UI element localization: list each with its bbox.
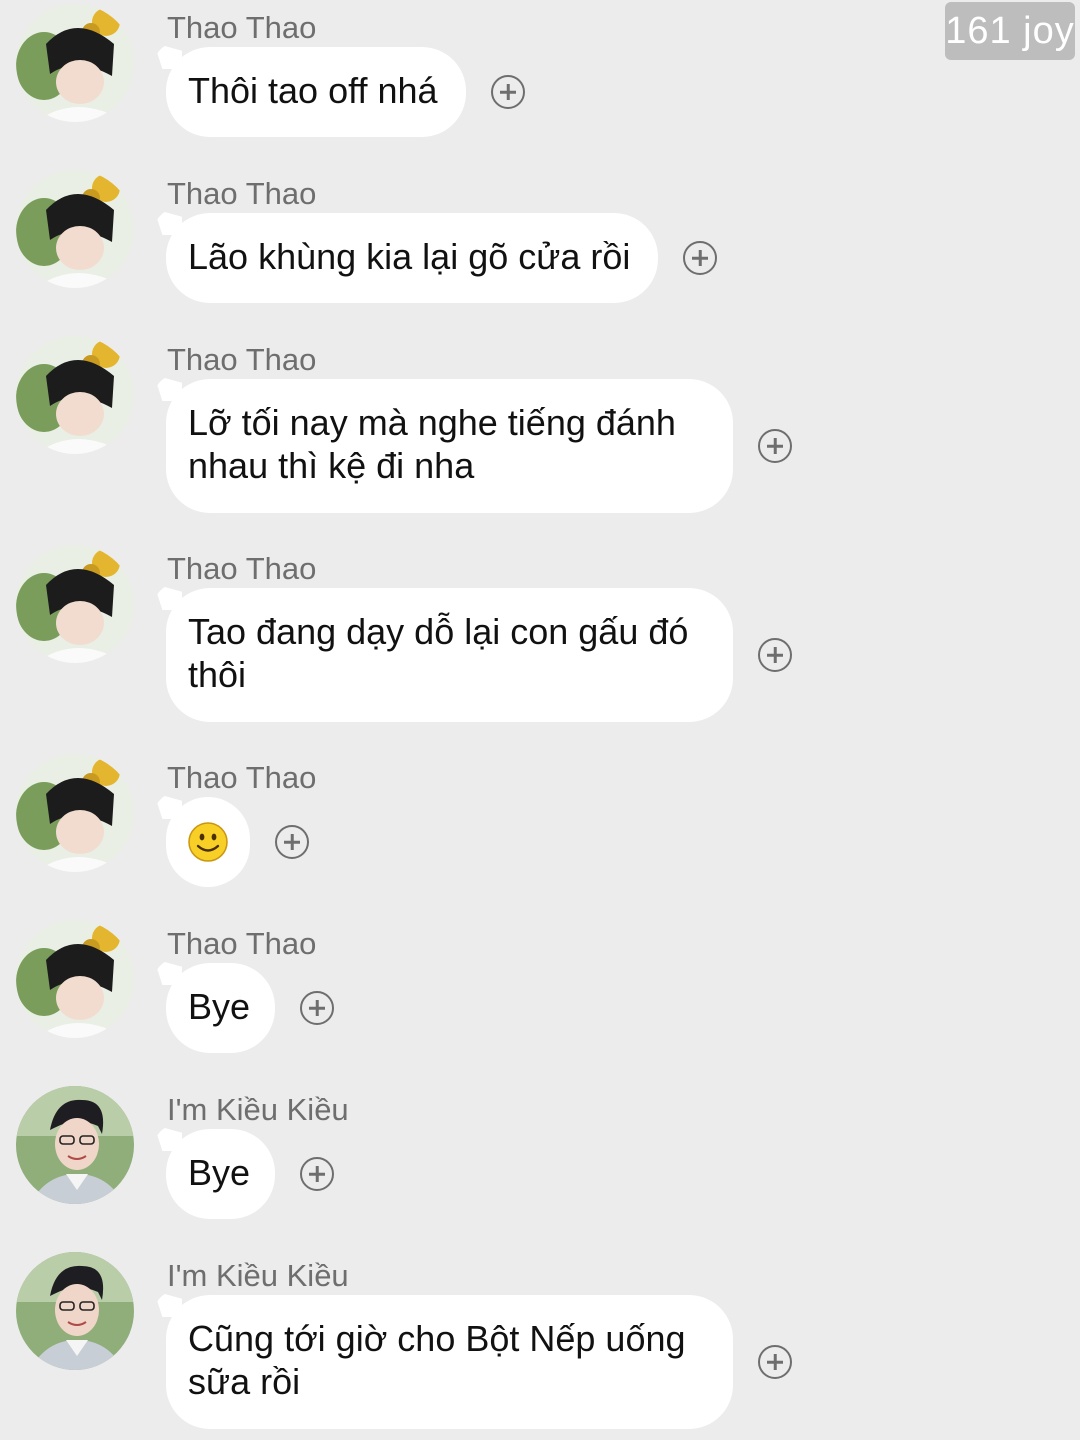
message-bubble[interactable]: Bye — [166, 1129, 275, 1219]
message-text: Lỡ tối nay mà nghe tiếng đánh nhau thì k… — [188, 402, 676, 486]
sender-name: Thao Thao — [167, 176, 317, 211]
avatar-thao-thao[interactable] — [16, 545, 134, 663]
message-text: Thôi tao off nhá — [188, 70, 438, 111]
add-reaction-icon[interactable] — [758, 429, 792, 463]
add-reaction-icon[interactable] — [275, 825, 309, 859]
message-bubble[interactable]: Thôi tao off nhá — [166, 47, 466, 137]
message-bubble[interactable]: Bye — [166, 963, 275, 1053]
message-text: Tao đang dạy dỗ lại con gấu đó thôi — [188, 611, 689, 695]
message-text: Bye — [188, 986, 251, 1027]
avatar-kieu-kieu[interactable] — [16, 1086, 134, 1204]
add-reaction-icon[interactable] — [758, 1345, 792, 1379]
message-bubble[interactable]: Cũng tới giờ cho Bột Nếp uống sữa rồi — [166, 1295, 733, 1429]
message-bubble[interactable]: Lỡ tối nay mà nghe tiếng đánh nhau thì k… — [166, 379, 733, 513]
add-reaction-icon[interactable] — [300, 991, 334, 1025]
message-bubble[interactable] — [166, 797, 250, 887]
watermark-label: 161 joy — [945, 2, 1075, 60]
avatar-thao-thao[interactable] — [16, 336, 134, 454]
add-reaction-icon[interactable] — [491, 75, 525, 109]
avatar-thao-thao[interactable] — [16, 920, 134, 1038]
message-bubble[interactable]: Tao đang dạy dỗ lại con gấu đó thôi — [166, 588, 733, 722]
message-text: Cũng tới giờ cho Bột Nếp uống sữa rồi — [188, 1318, 686, 1402]
avatar-thao-thao[interactable] — [16, 754, 134, 872]
avatar-thao-thao[interactable] — [16, 170, 134, 288]
smiley-face-icon — [188, 822, 228, 862]
add-reaction-icon[interactable] — [758, 638, 792, 672]
message-text: Bye — [188, 1152, 251, 1193]
sender-name: Thao Thao — [167, 10, 317, 45]
add-reaction-icon[interactable] — [683, 241, 717, 275]
sender-name: Thao Thao — [167, 926, 317, 961]
sender-name: I'm Kiều Kiều — [167, 1258, 349, 1293]
sender-name: Thao Thao — [167, 760, 317, 795]
sender-name: Thao Thao — [167, 551, 317, 586]
sender-name: I'm Kiều Kiều — [167, 1092, 349, 1127]
add-reaction-icon[interactable] — [300, 1157, 334, 1191]
message-bubble[interactable]: Lão khùng kia lại gõ cửa rồi — [166, 213, 658, 303]
message-text: Lão khùng kia lại gõ cửa rồi — [188, 236, 631, 277]
avatar-thao-thao[interactable] — [16, 4, 134, 122]
avatar-kieu-kieu[interactable] — [16, 1252, 134, 1370]
sender-name: Thao Thao — [167, 342, 317, 377]
